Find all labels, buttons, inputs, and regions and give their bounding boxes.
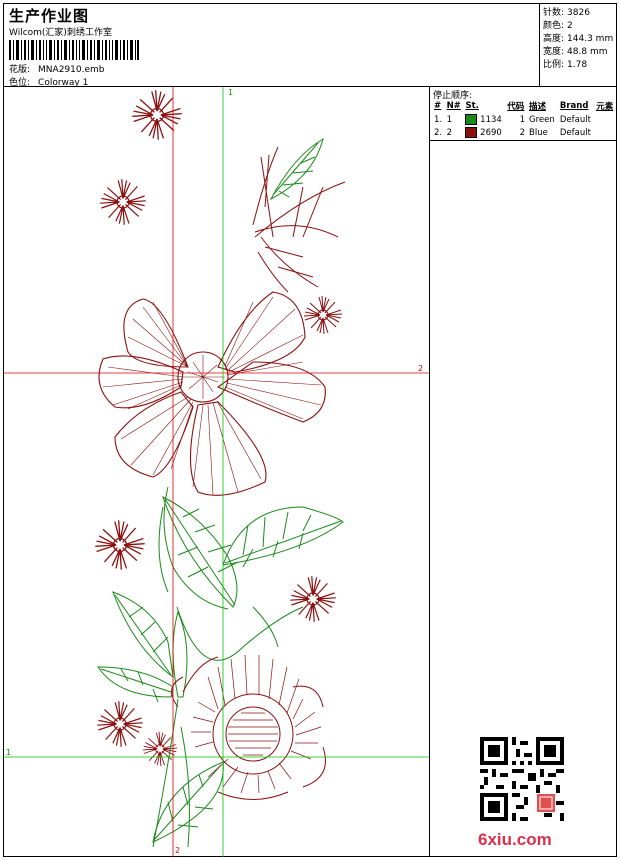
design-canvas: 1 2 1 2 bbox=[3, 87, 429, 857]
stat-label: 宽度: bbox=[543, 47, 565, 57]
stat-scale: 比例: 1.78 bbox=[543, 57, 587, 70]
design-value: MNA2910.emb bbox=[38, 65, 105, 75]
col-header: 元素 bbox=[596, 102, 614, 112]
row-st: 1 bbox=[519, 114, 526, 125]
axis-label-right: 2 bbox=[418, 364, 423, 373]
stat-value: 2 bbox=[567, 21, 573, 31]
studio-name: Wilcom(汇家)刺绣工作室 bbox=[9, 28, 112, 38]
design-label: 花版: bbox=[9, 65, 31, 75]
stat-height: 高度: 144.3 mm bbox=[543, 31, 613, 44]
row-code: 1134 bbox=[480, 115, 502, 125]
row-st: 2 bbox=[519, 127, 526, 138]
row-n: 1 bbox=[446, 114, 452, 125]
axis-label-top: 1 bbox=[228, 88, 233, 97]
row-brand: Default bbox=[559, 127, 591, 138]
stat-value: 144.3 mm bbox=[567, 34, 614, 44]
row-code: 2690 bbox=[480, 128, 502, 138]
col-header: 描述 bbox=[529, 102, 547, 112]
page-title: 生产作业图 bbox=[9, 7, 90, 25]
stat-label: 比例: bbox=[543, 60, 565, 70]
header-panel: 生产作业图 Wilcom(汇家)刺绣工作室 花版:MNA2910.emb 色位 bbox=[3, 3, 539, 88]
axis-label-bottom: 2 bbox=[175, 846, 180, 855]
stat-label: 针数: bbox=[543, 8, 565, 18]
qr-code-image bbox=[480, 737, 564, 821]
stat-value: 1.78 bbox=[567, 60, 588, 70]
stop-sequence-panel: 停止顺序: # N# St. 代码 描述 Brand 元素 1. 1 1134 … bbox=[429, 87, 617, 857]
row-code-cell: 1134 bbox=[463, 113, 505, 126]
row-number: 1. bbox=[434, 114, 443, 125]
left-leaf-cluster bbox=[97, 591, 304, 848]
watermark: 6xiu.com bbox=[478, 830, 552, 849]
row-element bbox=[594, 113, 616, 126]
row-desc: Blue bbox=[529, 127, 548, 138]
table-header-row: # N# St. 代码 描述 Brand 元素 bbox=[432, 99, 616, 113]
stat-label: 高度: bbox=[543, 34, 565, 44]
rosette-flower-4 bbox=[94, 519, 146, 571]
middle-leaf bbox=[158, 486, 239, 610]
rosette-flower-1 bbox=[131, 89, 183, 141]
rosette-flower-3 bbox=[303, 295, 343, 335]
stats-panel: 针数: 3826 颜色: 2 高度: 144.3 mm 宽度: 48.8 mm 比例: 1… bbox=[539, 3, 617, 87]
stat-value: 48.8 mm bbox=[567, 47, 608, 57]
row-number: 2. bbox=[434, 127, 443, 138]
top-bud bbox=[252, 146, 346, 293]
axis-label-left: 1 bbox=[6, 748, 11, 757]
stat-colors: 颜色: 2 bbox=[543, 18, 573, 31]
guide-lines bbox=[3, 87, 429, 857]
stop-sequence-table: # N# St. 代码 描述 Brand 元素 1. 1 1134 1 Gree… bbox=[432, 99, 616, 139]
row-brand: Default bbox=[559, 114, 591, 125]
row-code-cell: 2690 bbox=[463, 126, 505, 139]
stat-stitches: 针数: 3826 bbox=[543, 5, 590, 18]
rosette-flower-5 bbox=[289, 575, 337, 623]
stat-label: 颜色: bbox=[543, 21, 565, 31]
stat-width: 宽度: 48.8 mm bbox=[543, 44, 607, 57]
row-n: 2 bbox=[446, 127, 452, 138]
right-leaf bbox=[222, 506, 344, 568]
col-header: Brand bbox=[559, 101, 589, 111]
rosette-flower-2 bbox=[99, 178, 147, 226]
stat-value: 3826 bbox=[567, 8, 590, 18]
barcode-image bbox=[9, 40, 139, 60]
col-header: St. bbox=[465, 101, 479, 111]
color-swatch bbox=[465, 127, 478, 138]
top-leaf bbox=[269, 137, 324, 201]
big-flower bbox=[98, 291, 326, 496]
table-row: 2. 2 2690 2 Blue Default bbox=[432, 126, 616, 139]
col-header: N# bbox=[446, 101, 461, 111]
row-element bbox=[594, 126, 616, 139]
design-row: 花版: MNA2910.emb bbox=[9, 62, 104, 75]
color-swatch bbox=[465, 114, 478, 125]
table-divider bbox=[430, 140, 616, 141]
col-header: # bbox=[434, 101, 442, 111]
rosette-flower-6 bbox=[96, 700, 144, 748]
col-header: 代码 bbox=[507, 102, 525, 112]
table-row: 1. 1 1134 1 Green Default bbox=[432, 113, 616, 126]
row-desc: Green bbox=[529, 114, 555, 125]
